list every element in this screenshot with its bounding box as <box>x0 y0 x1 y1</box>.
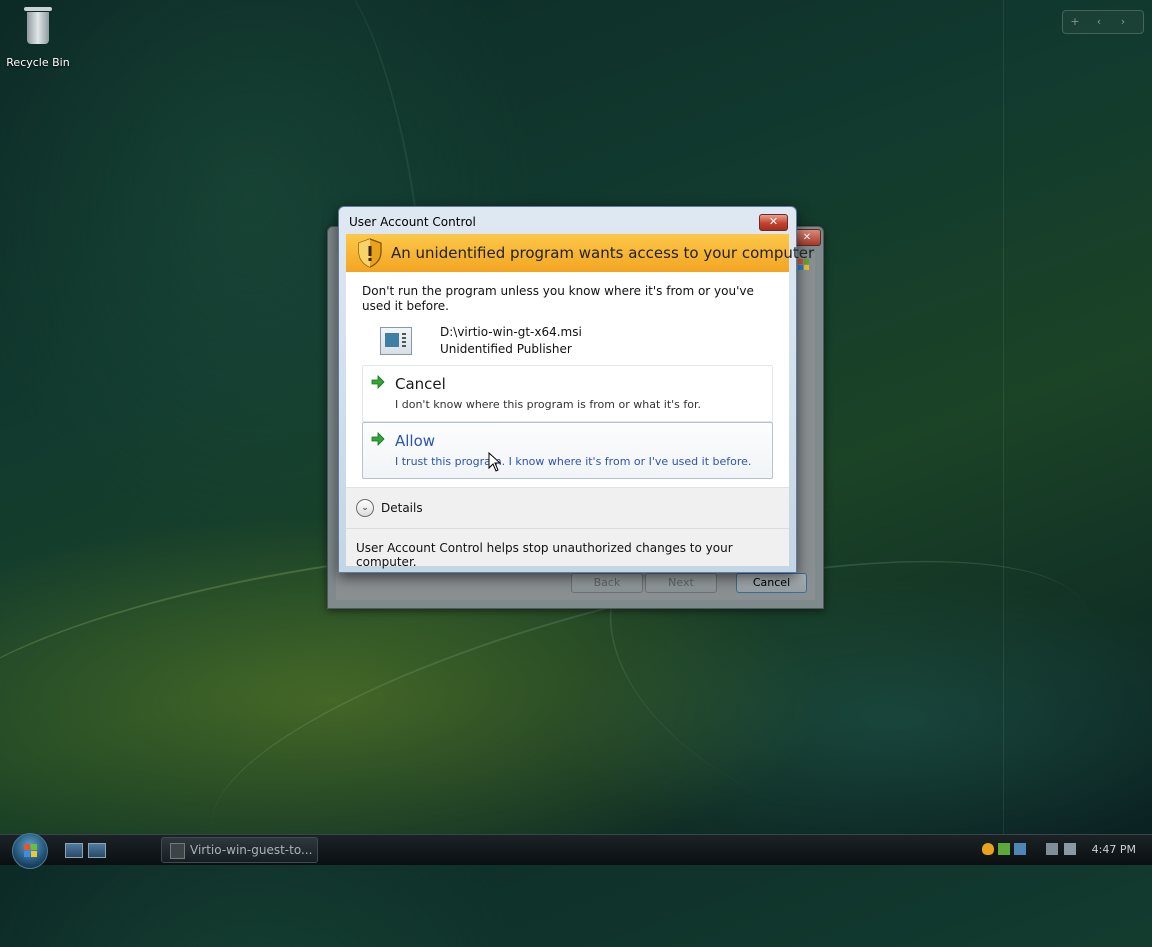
warning-message: Don't run the program unless you know wh… <box>362 284 754 313</box>
dialog-title: User Account Control <box>349 215 476 229</box>
warning-banner: An unidentified program wants access to … <box>346 234 814 272</box>
next-gadget-button[interactable]: › <box>1111 11 1135 33</box>
dialog-footer: User Account Control helps stop unauthor… <box>346 528 789 569</box>
previous-gadget-button[interactable]: ‹ <box>1087 11 1111 33</box>
sidebar-divider <box>1003 0 1004 834</box>
banner-heading: An unidentified program wants access to … <box>391 244 815 262</box>
recycle-bin-icon <box>23 4 53 44</box>
allow-option-description: I trust this program. I know where it's … <box>395 455 752 468</box>
dialog-content: An unidentified program wants access to … <box>346 234 814 569</box>
footer-text: User Account Control helps stop unauthor… <box>356 541 733 569</box>
mouse-cursor-icon <box>488 452 502 472</box>
taskbar-item-installer[interactable]: Virtio-win-guest-to... <box>161 837 318 863</box>
tray-app-icon[interactable] <box>1014 843 1026 855</box>
green-arrow-icon <box>371 375 385 389</box>
installer-next-button[interactable]: Next <box>645 573 717 593</box>
allow-option-heading: Allow <box>395 432 436 450</box>
recycle-bin-shortcut[interactable]: Recycle Bin <box>4 4 72 69</box>
cancel-option-description: I don't know where this program is from … <box>395 398 702 411</box>
system-clock[interactable]: 4:47 PM <box>1092 843 1136 856</box>
taskbar-item-label: Virtio-win-guest-to... <box>190 843 313 857</box>
network-icon[interactable] <box>1046 843 1058 855</box>
installer-cancel-button[interactable]: Cancel <box>736 573 807 593</box>
details-label: Details <box>381 501 423 515</box>
sidebar-controls: + ‹ › <box>1062 10 1144 34</box>
taskbar: Virtio-win-guest-to... 4:47 PM <box>0 833 1152 869</box>
details-expander[interactable]: ⌄ Details <box>346 487 789 528</box>
shield-warning-icon <box>358 238 382 268</box>
program-path: D:\virtio-win-gt-x64.msi <box>440 325 582 339</box>
switch-windows-icon[interactable] <box>88 843 106 858</box>
tray-app-icon[interactable] <box>998 843 1010 855</box>
add-gadget-button[interactable]: + <box>1063 11 1087 33</box>
security-shield-icon[interactable] <box>982 843 994 855</box>
installer-package-icon <box>380 327 412 355</box>
installer-back-button[interactable]: Back <box>571 573 643 593</box>
green-arrow-icon <box>371 432 385 446</box>
dialog-close-button[interactable]: ✕ <box>759 214 788 231</box>
recycle-bin-label: Recycle Bin <box>6 56 70 69</box>
volume-muted-icon[interactable] <box>1064 843 1076 855</box>
cancel-option-button[interactable]: Cancel I don't know where this program i… <box>362 365 773 422</box>
allow-option-button[interactable]: Allow I trust this program. I know where… <box>362 422 773 479</box>
chevron-down-icon[interactable]: ⌄ <box>356 499 374 517</box>
publisher-name: Unidentified Publisher <box>440 342 572 356</box>
system-tray: 4:47 PM <box>982 835 1152 865</box>
cancel-option-heading: Cancel <box>395 375 446 393</box>
show-desktop-icon[interactable] <box>65 843 83 858</box>
installer-app-icon <box>170 843 185 859</box>
uac-dialog: User Account Control ✕ An unidentified p… <box>338 206 814 573</box>
